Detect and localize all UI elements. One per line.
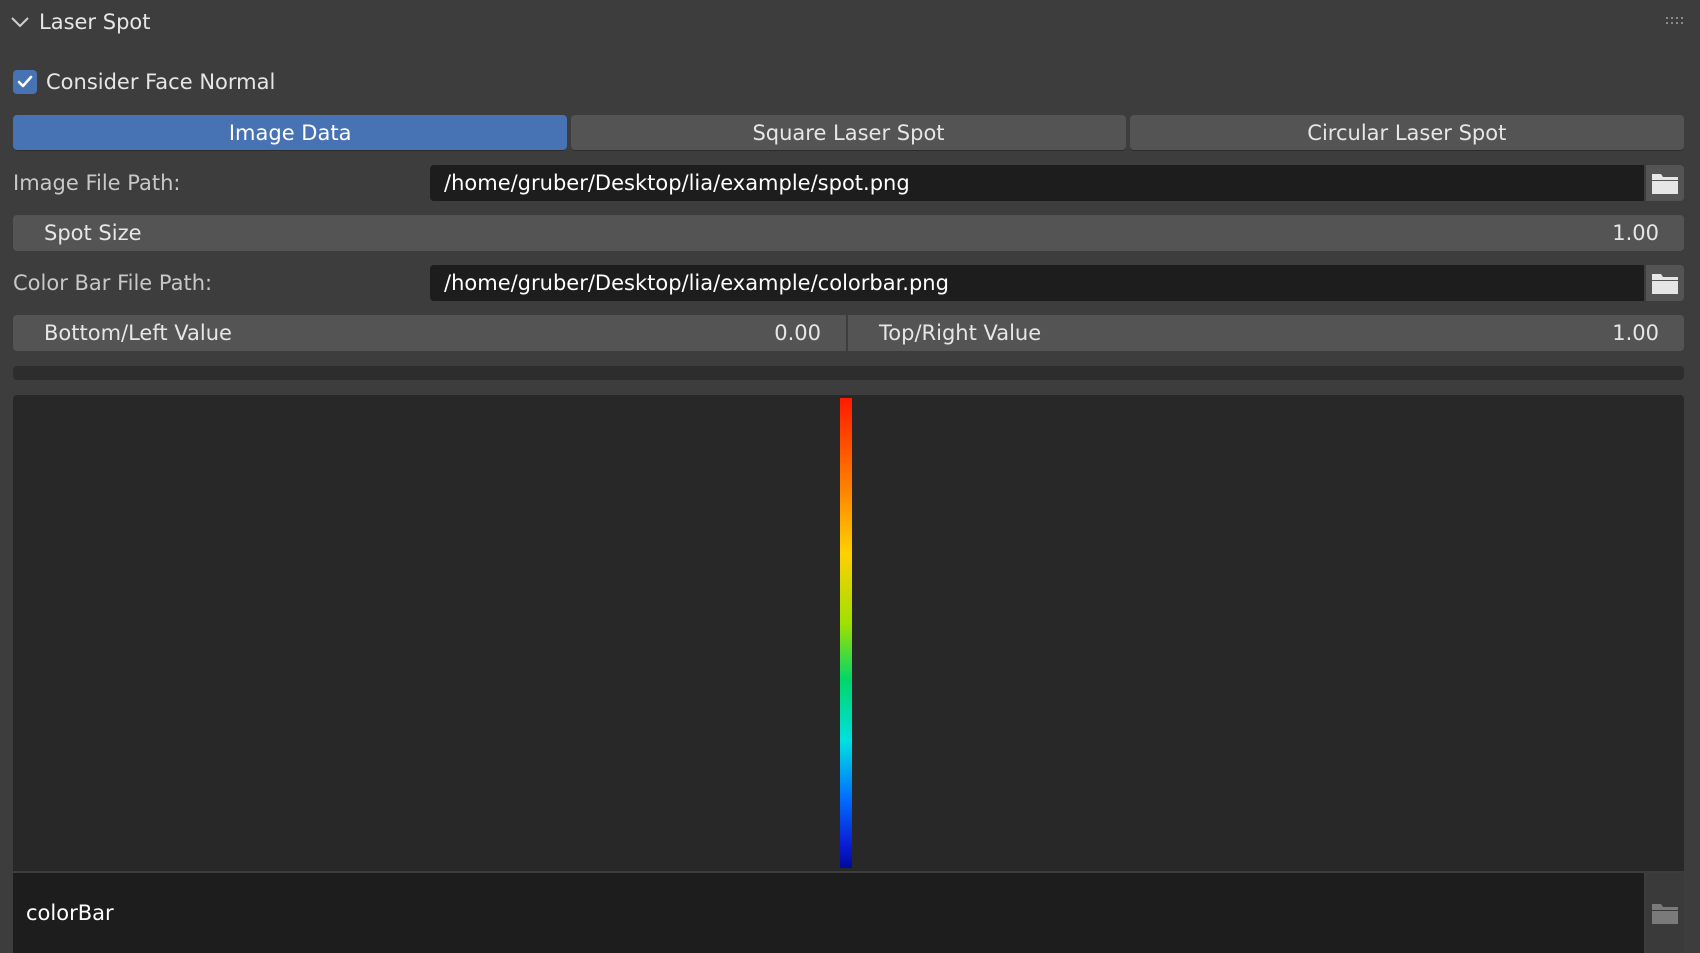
drag-handle-icon[interactable] [1666, 16, 1686, 26]
colorbar-preview-image [840, 398, 852, 868]
image-name-field[interactable]: colorBar [13, 873, 1644, 953]
image-browse-button[interactable] [1646, 873, 1684, 953]
top-right-label: Top/Right Value [879, 321, 1042, 345]
image-file-path-input[interactable]: /home/gruber/Desktop/lia/example/spot.pn… [430, 165, 1644, 201]
color-bar-file-path-input[interactable]: /home/gruber/Desktop/lia/example/colorba… [430, 265, 1644, 301]
checkmark-icon [17, 75, 33, 88]
checkbox-label: Consider Face Normal [46, 70, 276, 94]
panel-title: Laser Spot [39, 10, 151, 34]
panel-header[interactable]: Laser Spot [0, 0, 1700, 46]
spot-size-value: 1.00 [1612, 221, 1659, 245]
top-right-value-slider[interactable]: Top/Right Value 1.00 [848, 315, 1684, 351]
folder-icon [1652, 274, 1678, 294]
chevron-down-icon[interactable] [10, 12, 30, 32]
tab-image-data[interactable]: Image Data [13, 115, 568, 151]
laser-spot-panel: Laser Spot Consider Face Normal Image Da… [0, 0, 1700, 953]
top-right-value: 1.00 [1612, 321, 1659, 345]
image-file-path-label: Image File Path: [13, 171, 181, 195]
folder-icon [1652, 174, 1678, 194]
mode-tabs: Image Data Square Laser Spot Circular La… [13, 115, 1684, 151]
tab-circular-laser-spot[interactable]: Circular Laser Spot [1129, 115, 1684, 151]
spot-size-label: Spot Size [44, 221, 142, 245]
spot-size-slider[interactable]: Spot Size 1.00 [13, 215, 1684, 251]
color-bar-file-browse-button[interactable] [1646, 265, 1684, 301]
preview-resize-bar[interactable] [13, 366, 1684, 380]
consider-face-normal-checkbox[interactable]: Consider Face Normal [13, 70, 275, 94]
bottom-left-label: Bottom/Left Value [44, 321, 232, 345]
tab-square-laser-spot[interactable]: Square Laser Spot [571, 115, 1126, 151]
checkbox-box[interactable] [13, 70, 37, 94]
color-bar-file-path-label: Color Bar File Path: [13, 271, 213, 295]
bottom-left-value-slider[interactable]: Bottom/Left Value 0.00 [13, 315, 846, 351]
bottom-left-value: 0.00 [774, 321, 821, 345]
image-file-browse-button[interactable] [1646, 165, 1684, 201]
folder-icon [1652, 904, 1678, 924]
